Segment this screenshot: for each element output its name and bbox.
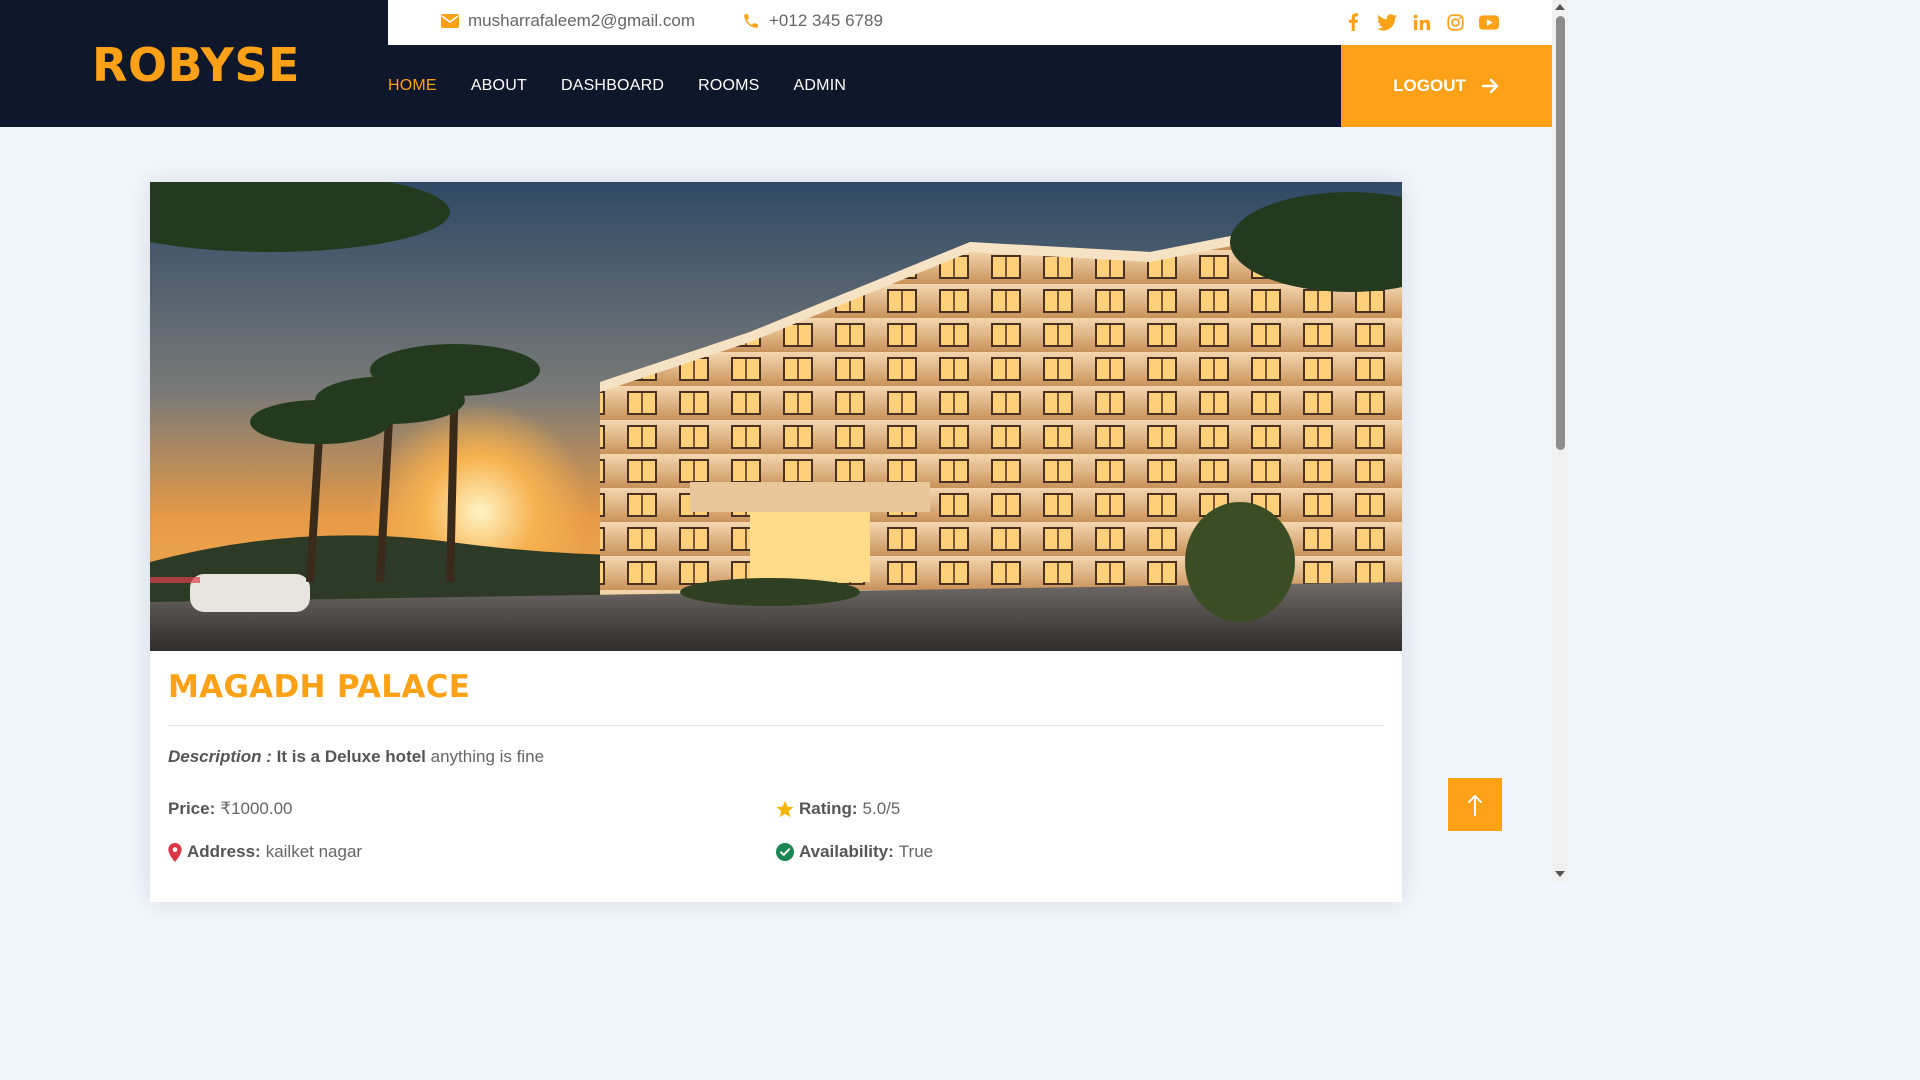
- facebook-icon[interactable]: [1342, 11, 1364, 33]
- star-icon: [776, 800, 794, 817]
- address-value: kailket nagar: [265, 842, 363, 861]
- envelope-icon: [441, 14, 459, 28]
- scroll-down-arrow-icon[interactable]: [1555, 871, 1565, 877]
- hotel-card: MAGADH PALACE Description : It is a Delu…: [150, 182, 1402, 902]
- details-row-1: Price: ₹1000.00 Rating: 5.0/5: [168, 799, 1384, 819]
- price-field: Price: ₹1000.00: [168, 799, 776, 819]
- description-text: anything is fine: [425, 747, 545, 766]
- arrow-up-icon: [1468, 794, 1482, 816]
- phone-text: +012 345 6789: [769, 11, 883, 30]
- nav-home[interactable]: HOME: [388, 77, 437, 95]
- rating-field: Rating: 5.0/5: [776, 799, 1384, 819]
- map-pin-icon: [168, 842, 182, 862]
- back-to-top-button[interactable]: [1448, 778, 1502, 831]
- contact-email: musharrafaleem2@gmail.com: [441, 11, 695, 31]
- description-label: Description :: [168, 747, 272, 766]
- arrow-right-icon: [1481, 78, 1499, 94]
- rating-label: Rating:: [799, 799, 858, 818]
- brand-logo[interactable]: ROBYSE: [92, 38, 300, 92]
- price-label: Price:: [168, 799, 216, 818]
- hotel-image: [150, 182, 1402, 651]
- nav-rooms[interactable]: ROOMS: [698, 77, 759, 95]
- logout-button[interactable]: LOGOUT: [1341, 45, 1552, 127]
- brand-area: ROBYSE: [0, 0, 388, 127]
- social-links: [1342, 11, 1500, 33]
- scrollbar-thumb[interactable]: [1556, 16, 1565, 450]
- price-value: ₹1000.00: [220, 799, 293, 818]
- email-text: musharrafaleem2@gmail.com: [468, 11, 696, 30]
- hotel-name: MAGADH PALACE: [168, 669, 471, 705]
- page-scrollbar[interactable]: [1552, 0, 1568, 882]
- availability-value: True: [898, 842, 934, 861]
- main-navbar: HOME ABOUT DASHBOARD ROOMS ADMIN: [388, 45, 1341, 127]
- address-field: Address: kailket nagar: [168, 842, 776, 862]
- nav-admin[interactable]: ADMIN: [794, 77, 847, 95]
- logout-label: LOGOUT: [1393, 76, 1466, 95]
- youtube-icon[interactable]: [1478, 11, 1500, 33]
- contact-phone: +012 345 6789: [742, 11, 883, 31]
- rating-value: 5.0/5: [862, 799, 901, 818]
- hotel-details: MAGADH PALACE Description : It is a Delu…: [150, 669, 1402, 862]
- address-label: Address:: [187, 842, 261, 861]
- availability-field: Availability: True: [776, 842, 1384, 862]
- twitter-icon[interactable]: [1376, 11, 1398, 33]
- availability-label: Availability:: [799, 842, 894, 861]
- top-contact-bar: musharrafaleem2@gmail.com +012 345 6789: [388, 0, 1552, 45]
- instagram-icon[interactable]: [1444, 11, 1466, 33]
- divider: [168, 725, 1384, 726]
- nav-about[interactable]: ABOUT: [471, 77, 527, 95]
- details-row-2: Address: kailket nagar Availability: Tru…: [168, 842, 1384, 862]
- description-highlight: It is a Deluxe hotel: [276, 747, 426, 766]
- phone-icon: [744, 14, 758, 28]
- hotel-description: Description : It is a Deluxe hotel anyth…: [168, 747, 1384, 767]
- linkedin-icon[interactable]: [1410, 11, 1432, 33]
- check-circle-icon: [776, 843, 794, 861]
- nav-dashboard[interactable]: DASHBOARD: [561, 77, 664, 95]
- scroll-up-arrow-icon[interactable]: [1555, 4, 1565, 10]
